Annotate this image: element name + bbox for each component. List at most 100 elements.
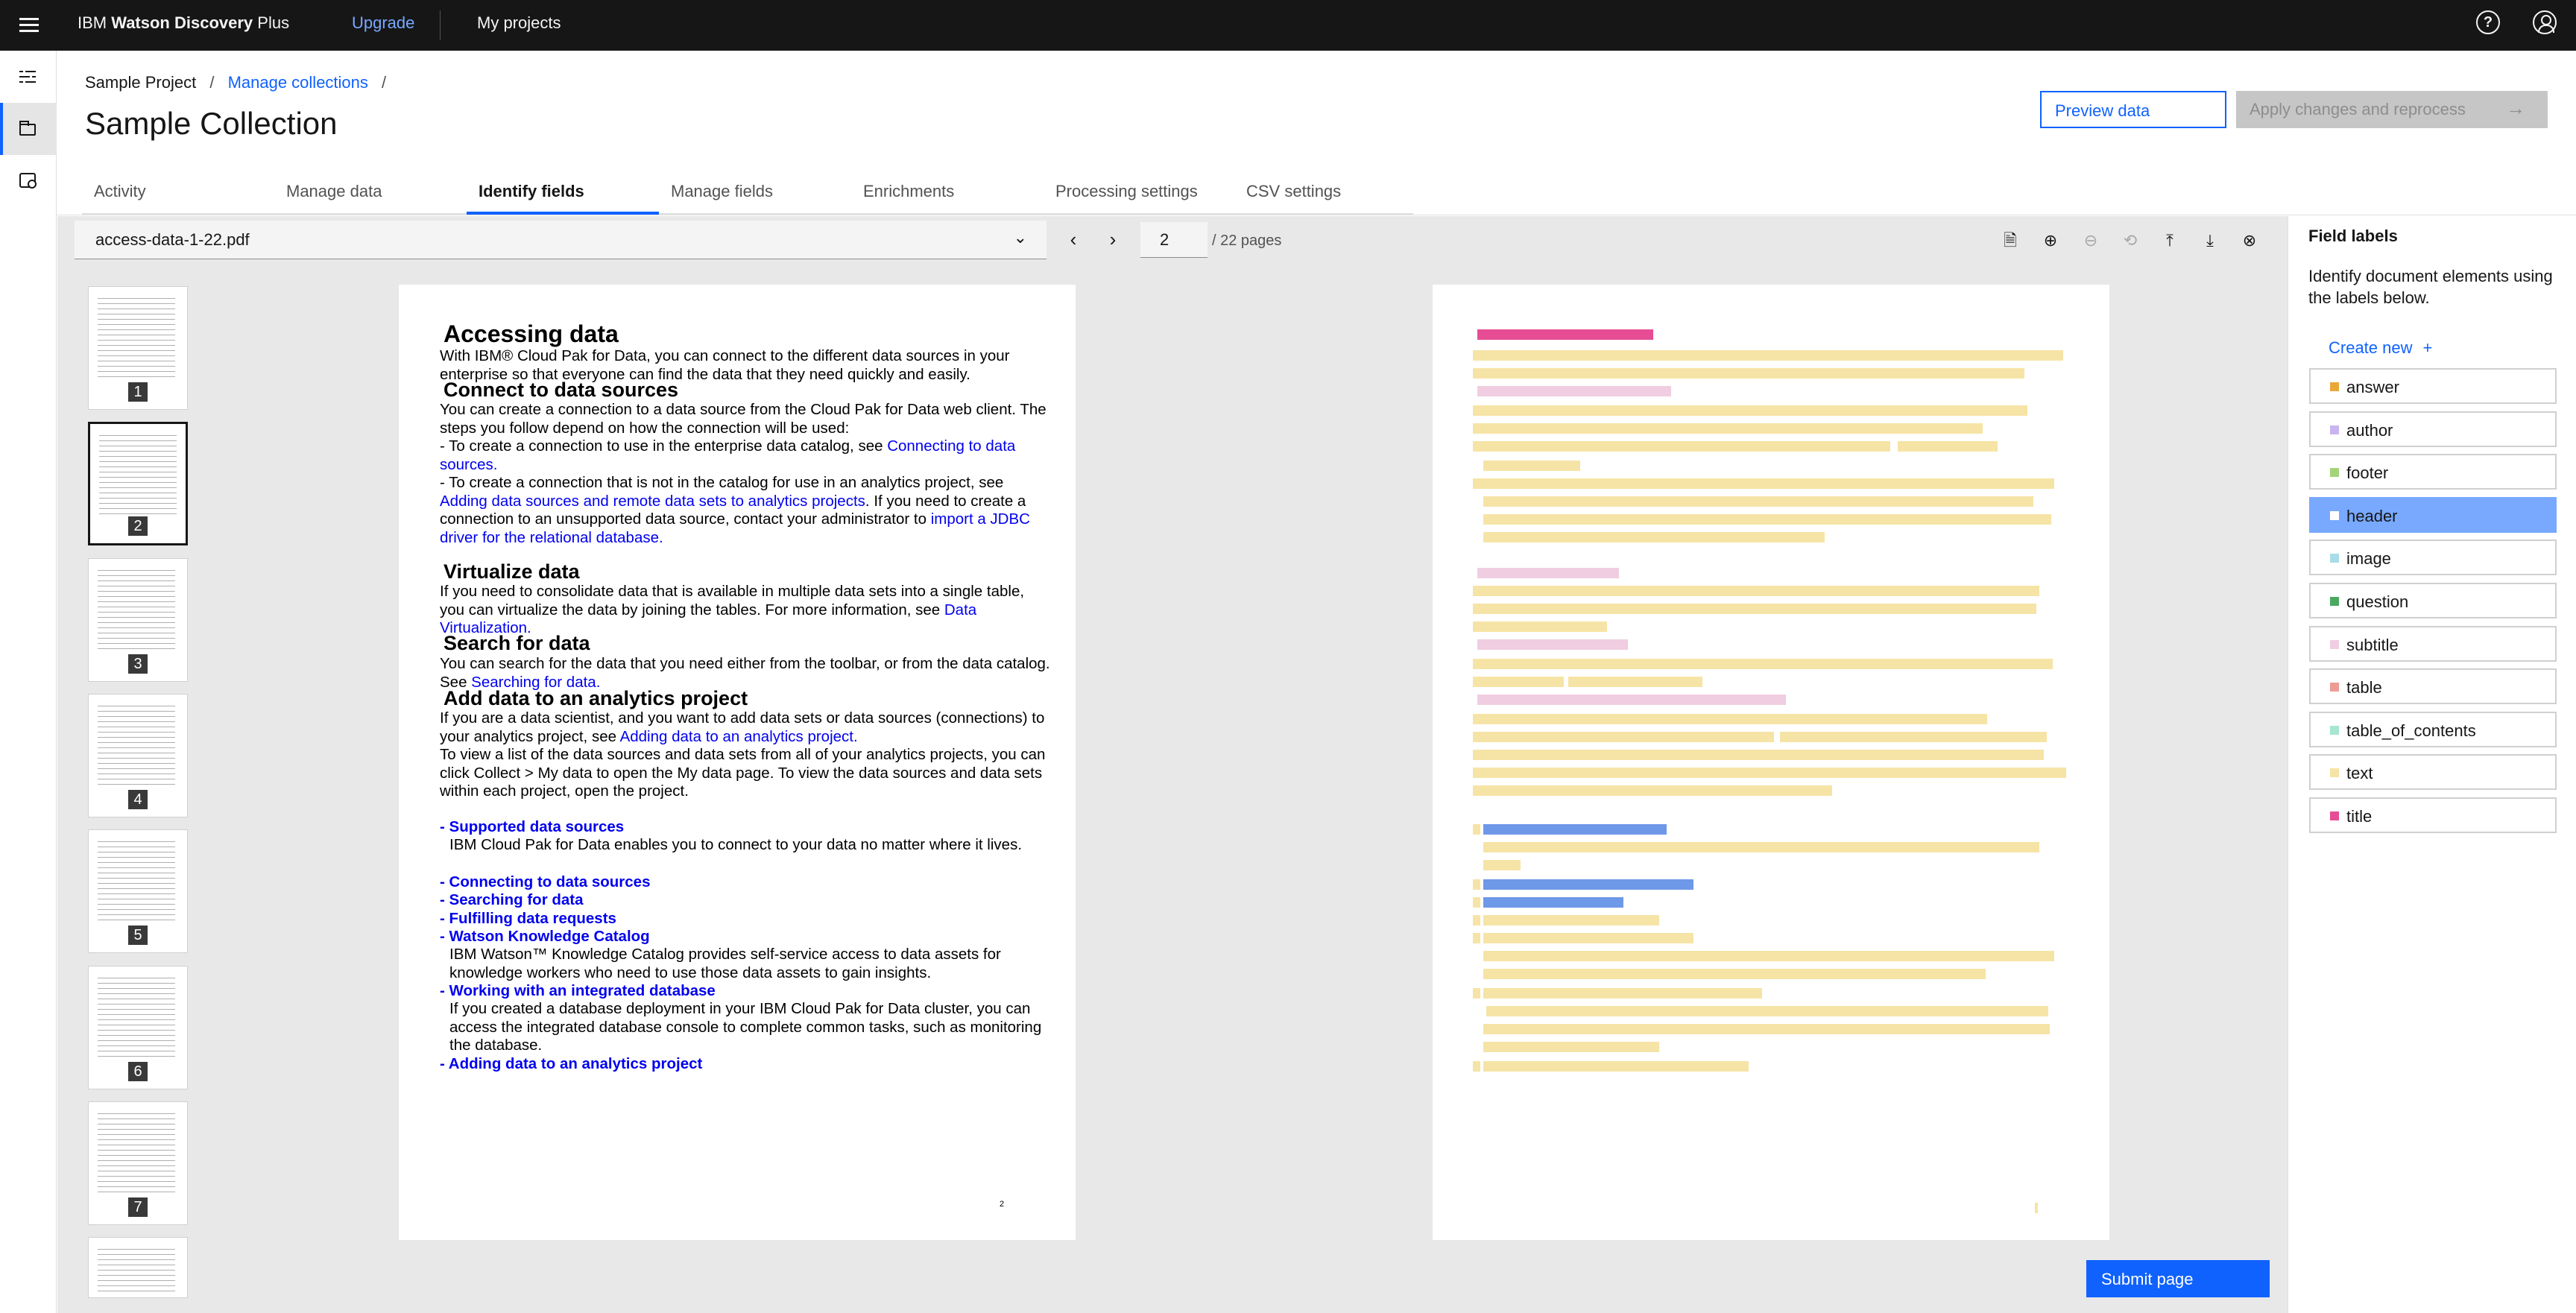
doc-link[interactable]: Supported data sources: [449, 818, 625, 835]
text-label-region[interactable]: [1483, 514, 2051, 525]
file-select-dropdown[interactable]: access-data-1-22.pdf ⌄: [75, 221, 1046, 259]
page-thumbnail[interactable]: 4: [88, 694, 188, 817]
text-label-region[interactable]: [1473, 368, 2024, 379]
close-circle-icon[interactable]: ⊗: [2237, 228, 2262, 253]
text-label-region[interactable]: [1568, 677, 1702, 687]
zoom-in-icon[interactable]: ⊕: [2038, 228, 2063, 253]
field-label-author[interactable]: author: [2309, 411, 2557, 447]
menu-icon[interactable]: [15, 10, 45, 40]
upgrade-link[interactable]: Upgrade: [352, 13, 414, 33]
download-icon[interactable]: ⤓: [2197, 228, 2223, 253]
text-label-region[interactable]: [1483, 1042, 1659, 1052]
subtitle-label-region[interactable]: [1477, 639, 1628, 650]
field-label-table[interactable]: table: [2309, 668, 2557, 705]
text-label-region[interactable]: [1473, 478, 2054, 489]
text-label-region[interactable]: [1473, 405, 2027, 416]
header-label-region[interactable]: [1483, 897, 1623, 908]
upload-icon[interactable]: ⤒: [2157, 228, 2182, 253]
breadcrumb-manage-collections[interactable]: Manage collections: [228, 73, 368, 92]
text-label-region[interactable]: [1473, 714, 1987, 724]
page-number-input[interactable]: [1140, 222, 1208, 258]
subtitle-label-region[interactable]: [1477, 695, 1786, 705]
tab-enrichments[interactable]: Enrichments: [851, 171, 1044, 215]
my-projects-link[interactable]: My projects: [477, 13, 561, 33]
text-label-region[interactable]: [1898, 441, 1998, 452]
text-label-region[interactable]: [1473, 677, 1564, 687]
text-label-region[interactable]: [1473, 423, 1983, 434]
preview-data-button[interactable]: Preview data: [2040, 91, 2226, 128]
text-label-region[interactable]: [1473, 621, 1607, 632]
subtitle-label-region[interactable]: [1477, 568, 1619, 578]
page-thumbnail[interactable]: 3: [88, 558, 188, 682]
page-thumbnail[interactable]: [88, 1237, 188, 1298]
text-label-region[interactable]: [1473, 732, 1774, 742]
text-label-region[interactable]: [1483, 842, 2039, 852]
doc-link[interactable]: Adding data sources and remote data sets…: [440, 493, 865, 510]
text-label-region[interactable]: [1473, 1061, 1480, 1072]
text-label-region[interactable]: [2035, 1203, 2038, 1213]
breadcrumb-project[interactable]: Sample Project: [85, 73, 196, 92]
doc-link[interactable]: Adding data to an analytics project.: [620, 728, 858, 745]
create-new-label-button[interactable]: Create new +: [2329, 338, 2432, 358]
doc-link[interactable]: Adding data to an analytics project: [449, 1055, 703, 1072]
doc-link[interactable]: Searching for data: [449, 891, 584, 908]
page-thumbnail[interactable]: 2: [88, 422, 188, 545]
text-label-region[interactable]: [1780, 732, 2047, 742]
tab-identify-fields[interactable]: Identify fields: [467, 171, 659, 215]
submit-page-button[interactable]: Submit page: [2086, 1260, 2270, 1297]
text-label-region[interactable]: [1473, 879, 1480, 890]
text-label-region[interactable]: [1473, 988, 1480, 999]
text-label-region[interactable]: [1473, 604, 2036, 614]
text-label-region[interactable]: [1483, 461, 1580, 471]
text-label-region[interactable]: [1483, 915, 1659, 926]
field-label-text[interactable]: text: [2309, 754, 2557, 791]
zoom-reset-icon[interactable]: ⟲: [2118, 228, 2143, 253]
next-page-button[interactable]: ›: [1098, 225, 1128, 255]
previous-page-button[interactable]: ‹: [1058, 225, 1088, 255]
page-thumbnail[interactable]: 7: [88, 1101, 188, 1225]
tab-csv-settings[interactable]: CSV settings: [1234, 171, 1413, 215]
subtitle-label-region[interactable]: [1477, 386, 1671, 396]
text-label-region[interactable]: [1473, 824, 1480, 835]
text-label-region[interactable]: [1483, 988, 1762, 999]
field-label-question[interactable]: question: [2309, 583, 2557, 618]
text-label-region[interactable]: [1483, 969, 1986, 979]
file-icon[interactable]: 🗎: [1998, 228, 2023, 253]
text-label-region[interactable]: [1473, 750, 2044, 760]
tab-processing-settings[interactable]: Processing settings: [1044, 171, 1234, 215]
title-label-region[interactable]: [1477, 329, 1653, 340]
product-name[interactable]: IBM Watson Discovery Plus: [78, 13, 289, 33]
text-label-region[interactable]: [1473, 915, 1480, 926]
doc-link[interactable]: Fulfilling data requests: [449, 910, 616, 927]
field-label-answer[interactable]: answer: [2309, 368, 2557, 404]
rail-item-improve[interactable]: [0, 51, 57, 103]
text-label-region[interactable]: [1483, 951, 2054, 961]
page-thumbnail[interactable]: 5: [88, 829, 188, 953]
field-label-header[interactable]: header: [2309, 496, 2557, 533]
text-label-region[interactable]: [1483, 1061, 1749, 1072]
text-label-region[interactable]: [1483, 496, 2033, 507]
text-label-region[interactable]: [1473, 350, 2063, 361]
doc-link[interactable]: Working with an integrated database: [449, 982, 716, 999]
doc-link[interactable]: Connecting to data sources: [449, 873, 651, 890]
field-label-image[interactable]: image: [2309, 540, 2557, 576]
text-label-region[interactable]: [1483, 933, 1693, 943]
text-label-region[interactable]: [1486, 1006, 2048, 1016]
field-label-footer[interactable]: footer: [2309, 454, 2557, 490]
field-label-subtitle[interactable]: subtitle: [2309, 625, 2557, 662]
text-label-region[interactable]: [1483, 860, 1521, 870]
rail-item-manage-collections[interactable]: [0, 103, 57, 155]
tab-manage-data[interactable]: Manage data: [274, 171, 467, 215]
text-label-region[interactable]: [1473, 785, 1832, 796]
doc-link[interactable]: Watson Knowledge Catalog: [449, 928, 650, 945]
apply-changes-button[interactable]: Apply changes and reprocess →: [2236, 91, 2548, 128]
text-label-region[interactable]: [1483, 532, 1825, 542]
help-icon[interactable]: ?: [2476, 10, 2500, 34]
tab-activity[interactable]: Activity: [82, 171, 274, 215]
header-label-region[interactable]: [1483, 879, 1693, 890]
text-label-region[interactable]: [1483, 1024, 2050, 1034]
text-label-region[interactable]: [1473, 768, 2066, 778]
tab-manage-fields[interactable]: Manage fields: [659, 171, 851, 215]
rail-item-integrate-deploy[interactable]: [0, 155, 57, 207]
text-label-region[interactable]: [1473, 933, 1480, 943]
